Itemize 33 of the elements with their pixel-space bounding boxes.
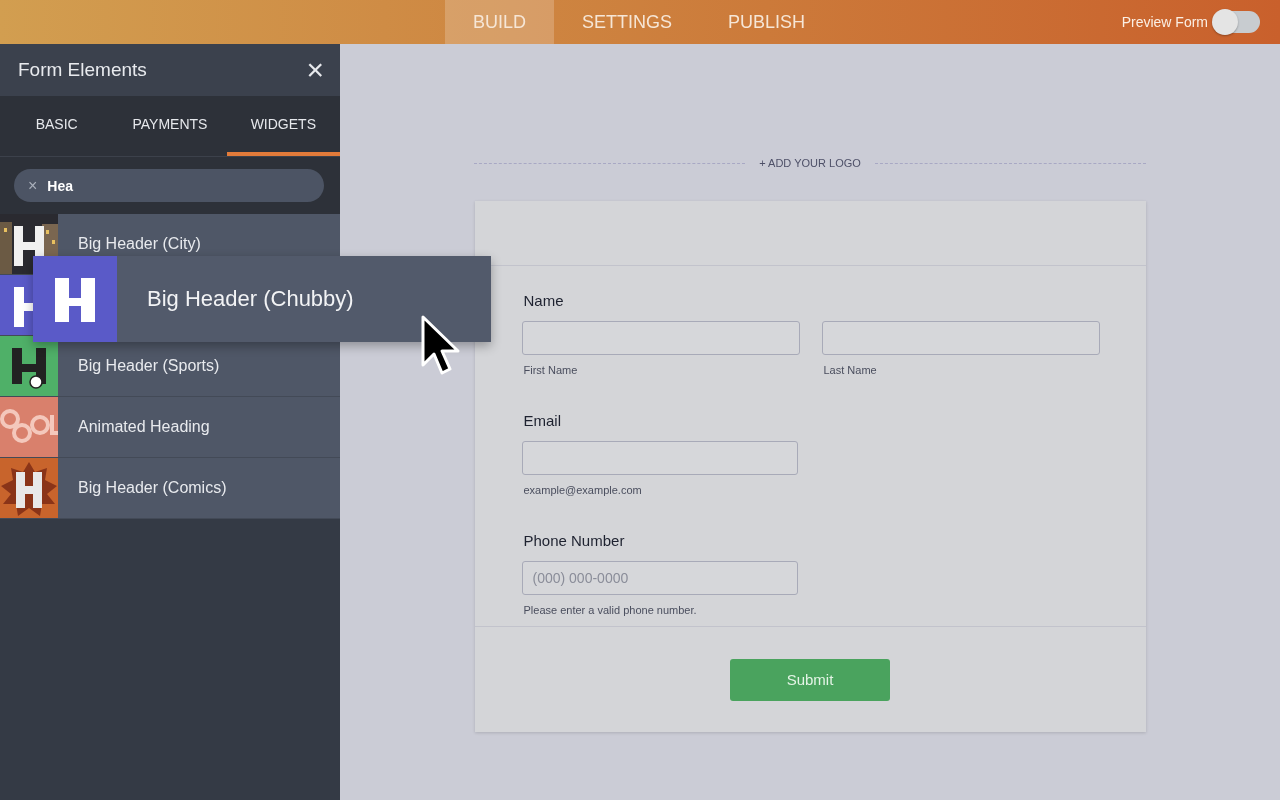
clear-search-button[interactable]: × — [28, 176, 38, 195]
widget-label: Big Header (Chubby) — [147, 286, 354, 312]
phone-input[interactable]: (000) 000-0000 — [521, 561, 798, 595]
field-label: Phone Number — [522, 532, 626, 549]
widget-list-item[interactable]: Big Header (Sports) — [0, 336, 340, 397]
sidebar-tab[interactable]: PAYMENTS — [113, 96, 227, 156]
widget-label: Animated Heading — [78, 418, 210, 436]
field-sublabel: example@example.com — [522, 484, 643, 496]
text-input[interactable] — [821, 321, 1100, 355]
widget-list-item[interactable]: Big Header (Comics) — [0, 458, 340, 519]
widget-thumbnail-icon — [0, 458, 58, 518]
widget-thumbnail-icon — [0, 397, 58, 457]
cursor-icon — [420, 314, 460, 376]
widget-list-item[interactable]: Animated Heading — [0, 397, 340, 458]
field-sublabel: Please enter a valid phone number. — [522, 604, 698, 616]
close-button[interactable]: × — [306, 55, 324, 85]
search-input[interactable]: Hea — [47, 177, 248, 194]
widget-label: Big Header (Comics) — [78, 479, 227, 497]
widget-label: Big Header (Sports) — [78, 357, 220, 375]
add-logo-link[interactable]: + ADD YOUR LOGO — [759, 157, 861, 169]
drag-preview-tooltip[interactable]: Big Header (Chubby) — [33, 256, 491, 342]
field-label: Name — [522, 292, 565, 309]
field-sublabel: Last Name — [822, 364, 878, 376]
sidebar-title: Form Elements — [18, 59, 147, 81]
preview-toggle[interactable] — [1214, 11, 1260, 33]
preview-label: Preview Form — [1121, 14, 1208, 30]
field-label: Email — [522, 412, 562, 429]
field-sublabel: First Name — [522, 364, 579, 376]
email-input[interactable] — [521, 441, 798, 475]
sidebar-tab[interactable]: BASIC — [0, 96, 114, 156]
widget-label: Big Header (City) — [78, 235, 201, 253]
text-input[interactable] — [521, 321, 800, 355]
search-field[interactable]: × Hea — [14, 169, 324, 202]
